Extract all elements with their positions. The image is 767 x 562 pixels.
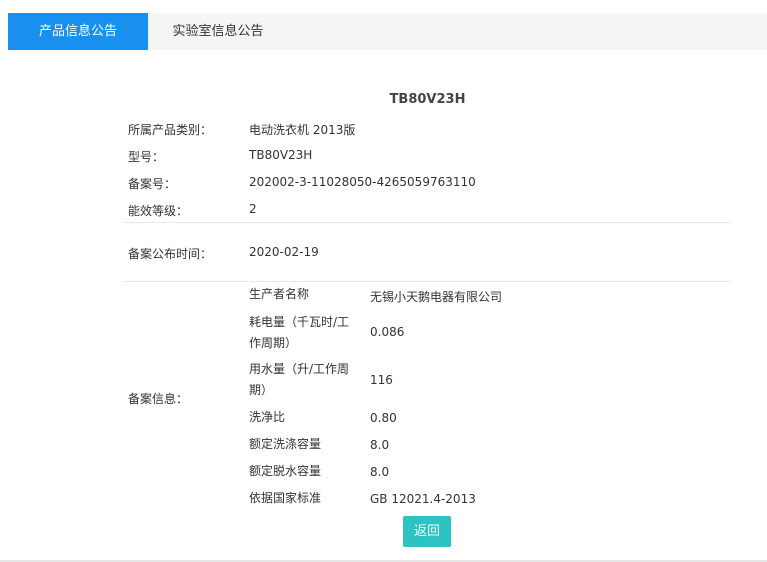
product-title: TB80V23H [389,92,466,107]
standard-label: 依据国家标准 [249,491,322,505]
tab-bar: 产品信息公告 实验室信息公告 [8,13,767,50]
producer-value: 无锡小天鹅电器有限公司 [370,290,503,304]
publish-time-value: 2020-02-19 [249,245,319,259]
standard-value: GB 12021.4-2013 [370,492,476,506]
model-value: TB80V23H [249,148,313,162]
power-consumption-value: 0.086 [370,325,405,339]
model-label: 型号： [128,150,165,164]
water-consumption-label: 用水量（升/工作周期） [249,362,350,397]
washing-ratio-value: 0.80 [370,411,397,425]
tab-lab-info[interactable]: 实验室信息公告 [148,13,288,50]
washing-ratio-label: 洗净比 [249,410,286,424]
water-consumption-value: 116 [370,373,393,387]
back-button[interactable]: 返回 [403,516,451,547]
energy-grade-label: 能效等级： [128,204,189,218]
divider [124,281,730,282]
wash-capacity-value: 8.0 [370,438,390,452]
record-no-label: 备案号： [128,177,177,191]
power-consumption-label: 耗电量（千瓦时/工作周期） [249,315,350,350]
category-value: 电动洗衣机 2013版 [249,123,356,137]
record-no-value: 202002-3-11028050-4265059763110 [249,175,476,189]
spin-capacity-label: 额定脱水容量 [249,464,322,478]
energy-grade-value: 2 [249,202,257,216]
wash-capacity-label: 额定洗涤容量 [249,437,322,451]
producer-label: 生产者名称 [249,287,310,301]
spin-capacity-value: 8.0 [370,465,390,479]
tab-product-info[interactable]: 产品信息公告 [8,13,148,50]
category-label: 所属产品类别： [128,123,213,137]
record-info-label: 备案信息： [128,392,189,406]
publish-time-label: 备案公布时间： [128,247,213,261]
divider [124,222,730,223]
